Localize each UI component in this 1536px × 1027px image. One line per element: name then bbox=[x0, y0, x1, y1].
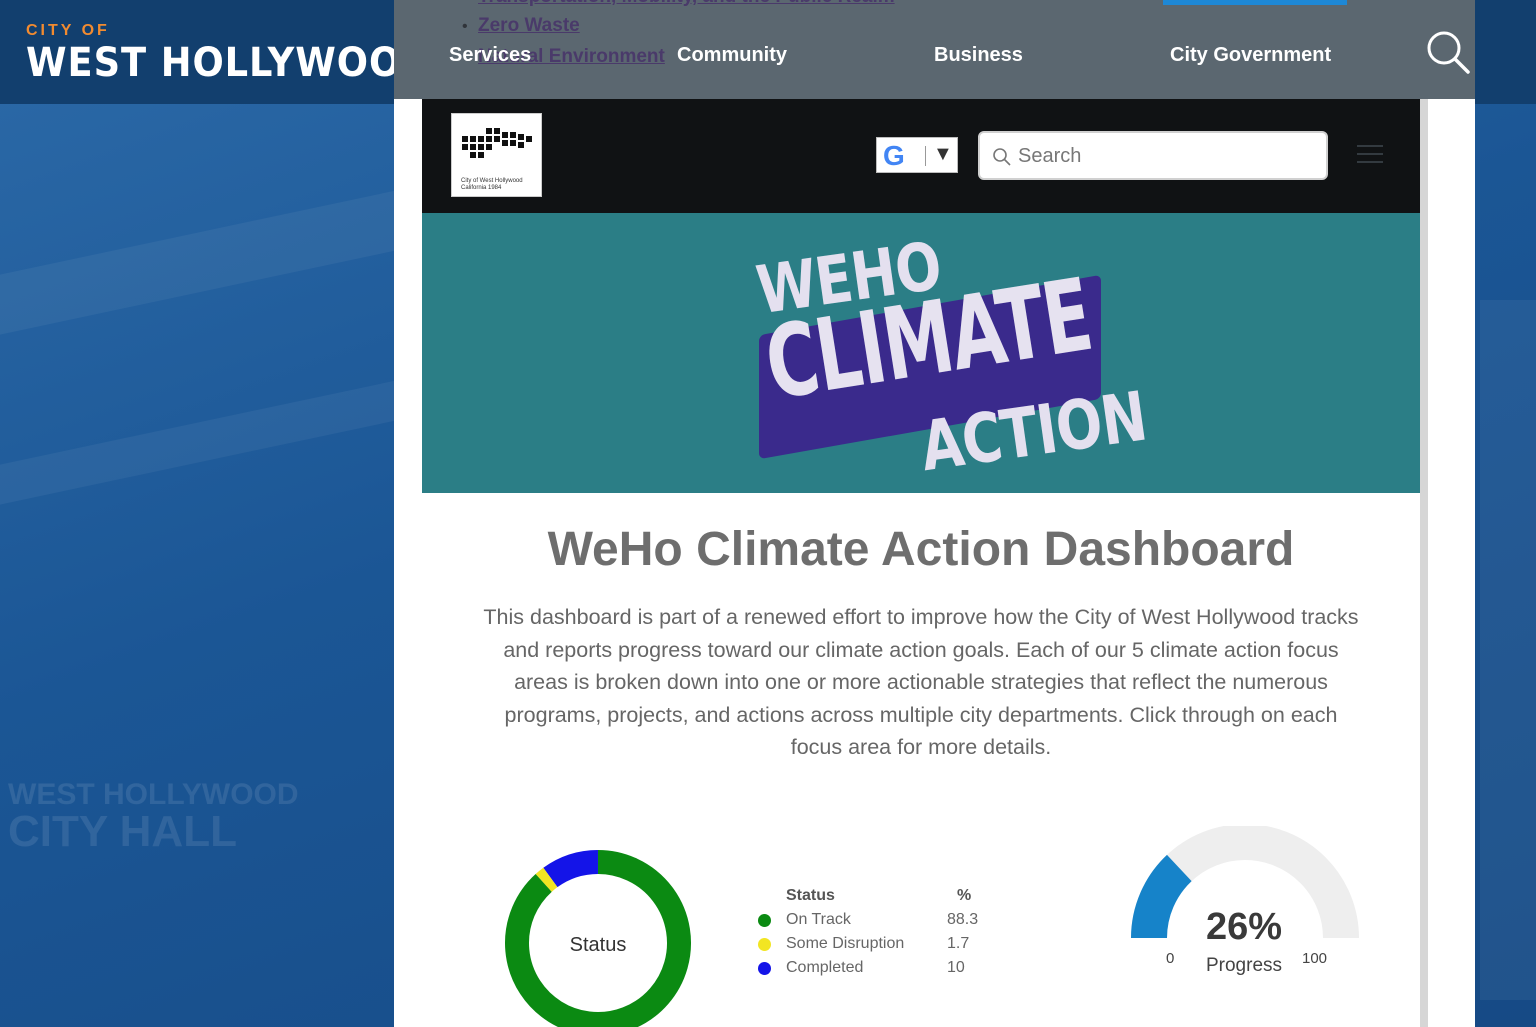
link-zero-waste[interactable]: Zero Waste bbox=[478, 15, 580, 37]
search-icon bbox=[993, 148, 1011, 166]
climate-action-banner: WEHO CLIMATE ACTION bbox=[422, 213, 1420, 493]
legend-dot bbox=[758, 938, 771, 951]
legend-value: 88.3 bbox=[947, 911, 979, 928]
page-title: WeHo Climate Action Dashboard bbox=[547, 523, 1295, 576]
search-box[interactable] bbox=[978, 131, 1328, 180]
google-g-icon: G bbox=[883, 140, 905, 171]
intro-paragraph: This dashboard is part of a renewed effo… bbox=[483, 605, 1359, 759]
nav-city-government[interactable]: City Government bbox=[1170, 44, 1331, 67]
gauge-fill bbox=[1131, 854, 1193, 939]
search-input[interactable] bbox=[1018, 141, 1318, 171]
legend-label: On Track bbox=[786, 911, 851, 928]
legend-header-percent: % bbox=[957, 887, 972, 904]
divider bbox=[925, 146, 926, 166]
nav-community[interactable]: Community bbox=[677, 44, 787, 67]
donut-slice-some-disruption[interactable] bbox=[535, 867, 558, 892]
dropdown-arrow-icon: ▼ bbox=[933, 143, 953, 165]
active-nav-indicator bbox=[1163, 0, 1347, 5]
legend-dot bbox=[758, 962, 771, 975]
donut-slice-completed[interactable] bbox=[543, 850, 599, 888]
donut-center-label: Status bbox=[570, 934, 627, 956]
nav-services[interactable]: Services bbox=[449, 44, 531, 67]
legend-label: Some Disruption bbox=[786, 935, 905, 952]
menu-icon[interactable] bbox=[1357, 145, 1383, 165]
legend-dot bbox=[758, 914, 771, 927]
translate-dropdown[interactable]: G ▼ bbox=[876, 137, 958, 173]
legend-label: Completed bbox=[786, 959, 864, 976]
city-seal-logo[interactable]: City of West Hollywood California 1984 bbox=[451, 113, 542, 197]
gauge-max-label: 100 bbox=[1302, 950, 1328, 967]
list-bullet: • bbox=[462, 18, 468, 35]
city-skyline-icon bbox=[462, 128, 532, 158]
legend-value: 10 bbox=[947, 959, 965, 976]
search-icon[interactable] bbox=[1426, 30, 1470, 74]
legend-value: 1.7 bbox=[947, 935, 970, 952]
gauge-caption: Progress bbox=[1205, 955, 1283, 976]
link-transportation[interactable]: Transportation, Mobility, and the Public… bbox=[478, 0, 895, 8]
legend-header-status: Status bbox=[786, 887, 835, 904]
logo-west-hollywood: WEST HOLLYWOOD bbox=[26, 40, 433, 86]
city-hall-sign: WEST HOLLYWOOD CITY HALL bbox=[8, 778, 299, 856]
city-mark-caption: City of West Hollywood California 1984 bbox=[461, 178, 523, 191]
nav-business[interactable]: Business bbox=[934, 44, 1023, 67]
status-donut-chart[interactable]: Status bbox=[500, 845, 696, 1027]
scrollbar[interactable] bbox=[1420, 99, 1428, 1027]
gauge-min-label: 0 bbox=[1166, 950, 1175, 967]
gauge-value: 26% bbox=[1205, 906, 1283, 948]
